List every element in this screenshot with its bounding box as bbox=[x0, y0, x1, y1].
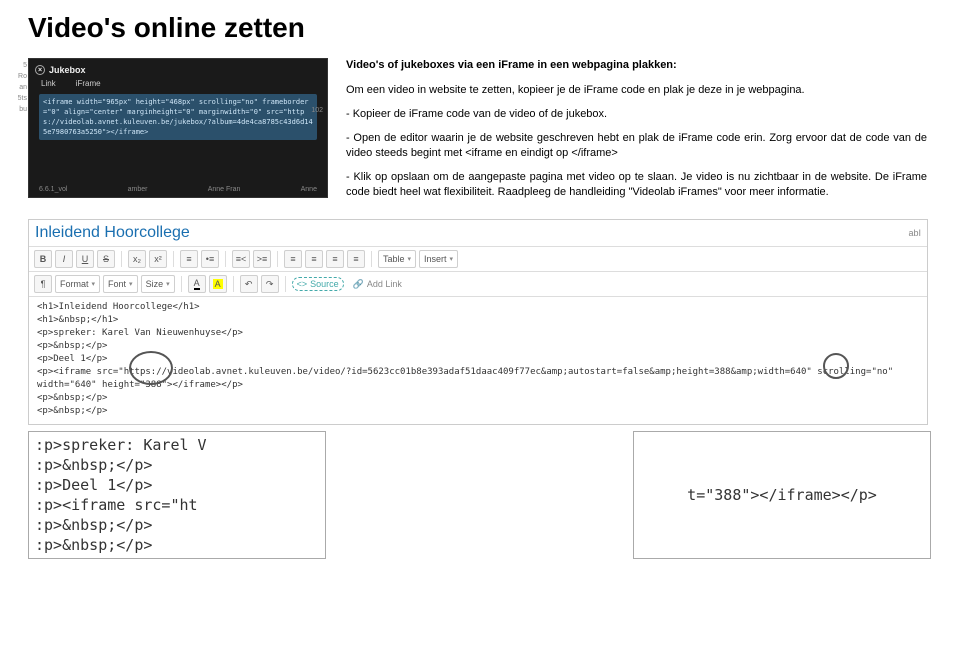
top-row: 5 Ro an 5ts bu × Jukebox Link iFrame <if… bbox=[28, 58, 931, 209]
instructions: Video's of jukeboxes via een iFrame in e… bbox=[346, 58, 931, 209]
tab-link[interactable]: Link bbox=[41, 79, 56, 88]
zoom-left-screenshot: :p>spreker: Karel V :p>&nbsp;</p> :p>Dee… bbox=[28, 431, 326, 559]
jukebox-side-labels: 5 Ro an 5ts bu bbox=[16, 60, 27, 115]
underline-button[interactable]: U bbox=[76, 250, 94, 268]
format-dropdown[interactable]: Format▾ bbox=[55, 275, 100, 293]
align-left-button[interactable]: ≡ bbox=[284, 250, 302, 268]
jukebox-title: Jukebox bbox=[49, 65, 86, 75]
jukebox-num: 102 bbox=[311, 107, 323, 114]
size-dropdown[interactable]: Size▾ bbox=[141, 275, 175, 293]
editor-page-title: Inleidend Hoorcollege bbox=[35, 224, 902, 242]
undo-button[interactable]: ↶ bbox=[240, 275, 258, 293]
intro-text: Om een video in website te zetten, kopie… bbox=[346, 83, 927, 98]
bold-button[interactable]: B bbox=[34, 250, 52, 268]
subscript-button[interactable]: x₂ bbox=[128, 250, 146, 268]
step-2: - Open de editor waarin je de website ge… bbox=[346, 131, 927, 161]
annotation-circle-right bbox=[823, 353, 849, 379]
bgcolor-button[interactable]: A bbox=[209, 275, 227, 293]
link-icon: 🔗 bbox=[353, 279, 364, 290]
source-icon: <> bbox=[297, 279, 308, 289]
strike-button[interactable]: S bbox=[97, 250, 115, 268]
font-dropdown[interactable]: Font▾ bbox=[103, 275, 138, 293]
align-right-button[interactable]: ≡ bbox=[326, 250, 344, 268]
table-dropdown[interactable]: Table▾ bbox=[378, 250, 416, 268]
editor-toolbar-1: B I U S x₂ x² ≡ •≡ ≡< >≡ ≡ ≡ ≡ ≡ Table▾ … bbox=[29, 247, 927, 272]
redo-button[interactable]: ↷ bbox=[261, 275, 279, 293]
step-3: - Klik op opslaan om de aangepaste pagin… bbox=[346, 170, 927, 200]
ol-button[interactable]: ≡ bbox=[180, 250, 198, 268]
jukebox-screenshot: × Jukebox Link iFrame <iframe width="965… bbox=[28, 58, 328, 198]
source-button[interactable]: <> Source bbox=[292, 277, 344, 291]
zoom-right-screenshot: t="388"></iframe></p> bbox=[633, 431, 931, 559]
ul-button[interactable]: •≡ bbox=[201, 250, 219, 268]
page-title: Video's online zetten bbox=[28, 12, 931, 44]
jukebox-bottom-row: 6.6.1_vol amber Anne Fran Anne bbox=[29, 186, 327, 193]
jukebox-iframe-code[interactable]: <iframe width="965px" height="468px" scr… bbox=[39, 94, 317, 140]
add-link-button[interactable]: 🔗 Add Link bbox=[353, 279, 402, 290]
outdent-button[interactable]: ≡< bbox=[232, 250, 250, 268]
subtitle: Video's of jukeboxes via een iFrame in e… bbox=[346, 58, 927, 73]
step-1: - Kopieer de iFrame code van de video of… bbox=[346, 107, 927, 122]
char-button[interactable]: ¶ bbox=[34, 275, 52, 293]
indent-button[interactable]: >≡ bbox=[253, 250, 271, 268]
editor-source-code[interactable]: <h1>Inleidend Hoorcollege</h1> <h1>&nbsp… bbox=[29, 297, 927, 424]
editor-badge: abI bbox=[908, 228, 921, 238]
italic-button[interactable]: I bbox=[55, 250, 73, 268]
zoom-row: :p>spreker: Karel V :p>&nbsp;</p> :p>Dee… bbox=[28, 431, 931, 559]
annotation-circle-left bbox=[129, 351, 173, 385]
tab-iframe[interactable]: iFrame bbox=[76, 79, 101, 88]
superscript-button[interactable]: x² bbox=[149, 250, 167, 268]
insert-dropdown[interactable]: Insert▾ bbox=[419, 250, 458, 268]
align-center-button[interactable]: ≡ bbox=[305, 250, 323, 268]
textcolor-button[interactable]: A bbox=[188, 275, 206, 293]
editor-toolbar-2: ¶ Format▾ Font▾ Size▾ A A ↶ ↷ <> Source … bbox=[29, 272, 927, 297]
close-icon[interactable]: × bbox=[35, 65, 45, 75]
editor-screenshot: Inleidend Hoorcollege abI B I U S x₂ x² … bbox=[28, 219, 928, 425]
align-justify-button[interactable]: ≡ bbox=[347, 250, 365, 268]
